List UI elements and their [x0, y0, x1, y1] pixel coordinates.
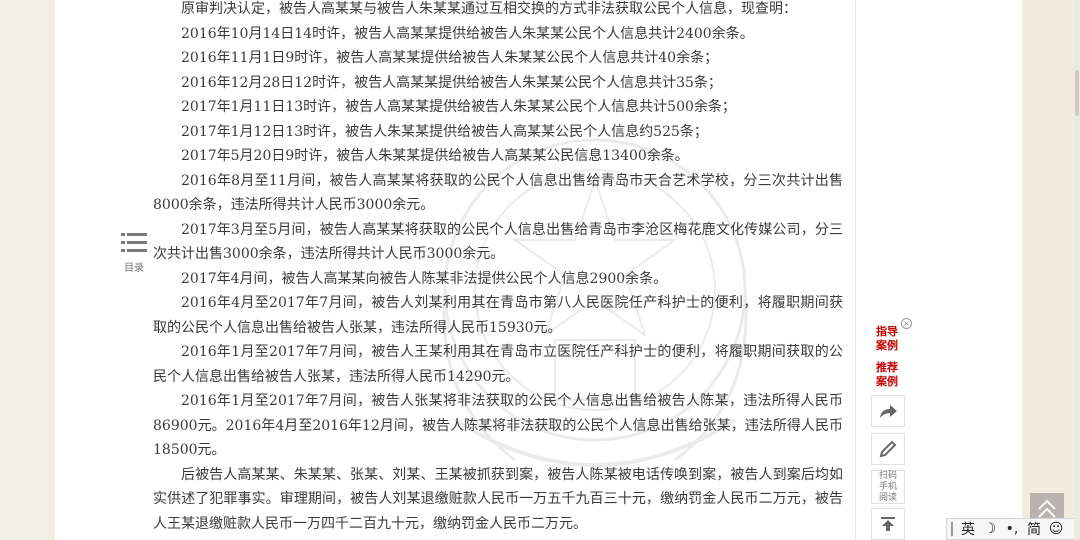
paragraph: 2016年8月至11月间，被告人高某某将获取的公民个人信息出售给青岛市天合艺术学…: [153, 172, 843, 214]
scroll-top-button[interactable]: [871, 508, 905, 540]
ime-moon-icon[interactable]: ☽: [979, 521, 1001, 537]
pencil-icon: [879, 440, 897, 458]
toc-button[interactable]: 目录: [117, 232, 151, 274]
double-chevron-up-icon: [1038, 499, 1056, 518]
paragraph: 2016年10月14日14时许，被告人高某某提供给被告人朱某某公民个人信息共计2…: [181, 25, 754, 42]
paragraph: 2017年3月至5月间，被告人高某某将获取的公民个人信息出售给青岛市李沧区梅花鹿…: [153, 221, 843, 263]
right-margin: [1022, 0, 1080, 540]
scrollbar-thumb[interactable]: [1075, 70, 1079, 116]
paragraph: 2017年4月间，被告人高某某向被告人陈某非法提供公民个人信息2900余条。: [181, 270, 668, 287]
paragraph: 2016年1月至2017年7月间，被告人张某将非法获取的公民个人信息出售给被告人…: [153, 393, 843, 458]
ime-simplified-toggle[interactable]: 简: [1023, 519, 1045, 539]
document-body: 原审判决认定，被告人高某某与被告人朱某某通过互相交换的方式非法获取公民个人信息，…: [153, 0, 843, 536]
paragraph: 原审判决认定，被告人高某某与被告人朱某某通过互相交换的方式非法获取公民个人信息，…: [181, 1, 797, 17]
qr-label: 扫码手机阅读: [878, 470, 897, 503]
paragraph: 2016年4月至2017年7月间，被告人刘某利用其在青岛市第八人民医院任产科护士…: [153, 295, 843, 336]
paragraph: 2017年1月11日13时许，被告人高某某提供给被告人朱某某公民个人信息共计50…: [181, 99, 736, 115]
share-button[interactable]: [871, 395, 905, 427]
ime-lang-toggle[interactable]: 英: [957, 519, 979, 539]
recommended-case-link[interactable]: 推荐案例: [876, 361, 906, 389]
paragraph: 2017年1月12日13时许，被告人朱某某提供给被告人高某某公民个人信息约525…: [181, 123, 708, 140]
paragraph: 2016年1月至2017年7月间，被告人王某利用其在青岛市立医院任产科护士的便利…: [153, 344, 843, 385]
ime-emoji-icon[interactable]: ☺: [1045, 521, 1067, 537]
paragraph: 2017年5月20日9时许，被告人朱某某提供给被告人高某某公民信息13400余条…: [181, 148, 689, 164]
list-icon: [121, 233, 147, 252]
paragraph: 2016年12月28日12时许，被告人高某某提供给被告人朱某某公民个人信息共计3…: [181, 74, 722, 91]
ime-toolbar: | 英 ☽ •, 简 ☺: [946, 518, 1080, 540]
content-divider: [855, 0, 856, 540]
case-links: 指导案例 推荐案例: [876, 325, 906, 397]
paragraph: 后被告人高某某、朱某某、张某、刘某、王某被抓获到案，被告人陈某被电话传唤到案，被…: [153, 466, 843, 532]
toc-label: 目录: [124, 263, 144, 274]
guide-case-link[interactable]: 指导案例: [876, 325, 906, 353]
share-arrow-icon: [880, 405, 897, 418]
ime-grip: |: [949, 521, 955, 537]
arrow-up-icon: [881, 517, 895, 531]
paragraph: 2016年11月1日9时许，被告人高某某提供给被告人朱某某公民个人信息共计40余…: [181, 50, 719, 66]
annotate-button[interactable]: [871, 433, 905, 465]
qr-read-button[interactable]: 扫码手机阅读: [871, 470, 905, 504]
ime-punct-toggle[interactable]: •,: [1001, 521, 1023, 537]
left-margin: [0, 0, 55, 540]
